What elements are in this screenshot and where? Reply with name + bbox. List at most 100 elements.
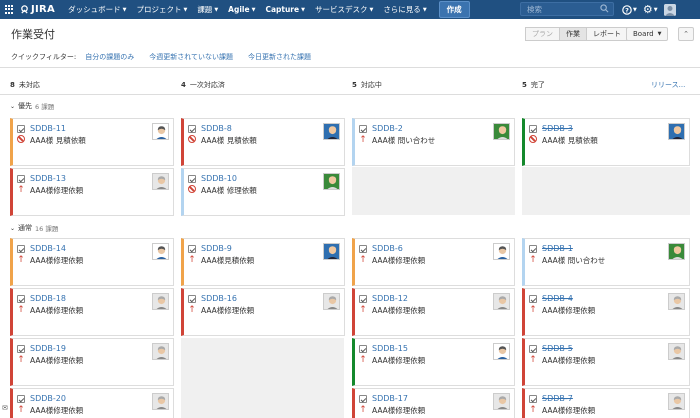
issue-key[interactable]: SDDB-5 [542,344,573,353]
issue-key[interactable]: SDDB-11 [30,124,66,133]
issue-card[interactable]: SDDB-17 ↑ AAA様修理依頼 [352,388,515,418]
menu-dashboard[interactable]: ダッシュボード ▼ [68,1,126,18]
create-button[interactable]: 作成 [438,1,470,18]
issue-key[interactable]: SDDB-8 [201,124,232,133]
issue-key[interactable]: SDDB-9 [201,244,232,253]
gear-icon[interactable]: ⚙ ▼ [643,3,658,16]
quick-filter-updated-today[interactable]: 今日更新された課題 [248,52,311,62]
help-icon[interactable]: ? ▼ [622,4,637,15]
task-type-icon [529,125,537,133]
issue-card[interactable]: SDDB-10 AAA様 修理依頼 [181,168,345,216]
view-work-button[interactable]: 作業 [560,27,587,41]
menu-agile[interactable]: Agile ▼ [228,1,255,18]
issue-card[interactable]: SDDB-4 ↑ AAA様修理依頼 [522,288,690,336]
issue-summary: AAA様修理依頼 [30,356,84,365]
issue-key[interactable]: SDDB-15 [372,344,408,353]
menu-label: Agile [228,5,250,14]
menu-capture[interactable]: Capture ▼ [265,1,305,18]
assignee-avatar[interactable] [493,293,510,310]
issue-key[interactable]: SDDB-19 [30,344,66,353]
swimlane-header-priority[interactable]: ⌄ 優先 6 課題 [10,101,54,111]
task-type-icon [359,295,367,303]
assignee-avatar[interactable] [152,123,169,140]
issue-card[interactable]: SDDB-19 ↑ AAA様修理依頼 [10,338,174,386]
issue-card[interactable]: SDDB-16 ↑ AAA様修理依頼 [181,288,345,336]
user-avatar[interactable] [663,3,676,16]
assignee-avatar[interactable] [493,243,510,260]
issue-card[interactable]: SDDB-13 ↑ AAA様修理依頼 [10,168,174,216]
issue-key[interactable]: SDDB-17 [372,394,408,403]
issue-key[interactable]: SDDB-12 [372,294,408,303]
chevron-down-icon: ▼ [369,6,374,13]
assignee-avatar[interactable] [152,293,169,310]
release-link[interactable]: リリース... [651,80,685,90]
issue-card[interactable]: SDDB-5 ↑ AAA様修理依頼 [522,338,690,386]
avatar-icon [669,124,684,139]
assignee-avatar[interactable] [493,343,510,360]
issue-card[interactable]: SDDB-20 ↑ AAA様修理依頼 [10,388,174,418]
issue-key[interactable]: SDDB-20 [30,394,66,403]
swimlane-name: 優先 [18,102,33,110]
issue-key[interactable]: SDDB-10 [201,174,237,183]
blocked-icon [188,135,196,143]
board-menu-button[interactable]: Board ▼ [626,27,669,41]
assignee-avatar[interactable] [323,123,340,140]
assignee-avatar[interactable] [323,293,340,310]
issue-card[interactable]: SDDB-7 ↑ AAA様修理依頼 [522,388,690,418]
issue-card[interactable]: SDDB-18 ↑ AAA様修理依頼 [10,288,174,336]
assignee-avatar[interactable] [668,123,685,140]
issue-card[interactable]: SDDB-15 ↑ AAA様修理依頼 [352,338,515,386]
quick-filter-not-updated-week[interactable]: 今週更新されていない課題 [149,52,233,62]
menu-service-desk[interactable]: サービスデスク ▼ [315,1,373,18]
chevron-down-icon: ▼ [653,6,658,13]
assignee-avatar[interactable] [323,173,340,190]
issue-key[interactable]: SDDB-6 [372,244,403,253]
assignee-avatar[interactable] [152,393,169,410]
assignee-avatar[interactable] [493,393,510,410]
view-report-button[interactable]: レポート [587,27,628,41]
issue-key[interactable]: SDDB-1 [542,244,573,253]
issue-card[interactable]: SDDB-12 ↑ AAA様修理依頼 [352,288,515,336]
collapse-button[interactable]: ⌃ [678,27,694,41]
issue-card[interactable]: SDDB-9 ↑ AAA様見積依頼 [181,238,345,286]
issue-key[interactable]: SDDB-14 [30,244,66,253]
issue-key[interactable]: SDDB-2 [372,124,403,133]
issue-key[interactable]: SDDB-13 [30,174,66,183]
issue-card[interactable]: SDDB-2 ↑ AAA様 問い合わせ [352,118,515,166]
issue-card[interactable]: SDDB-1 ↑ AAA様 問い合わせ [522,238,690,286]
collapse-icon: ⌃ [683,30,689,38]
quick-filter-mine[interactable]: 自分の課題のみ [85,52,134,62]
assignee-avatar[interactable] [323,243,340,260]
assignee-avatar[interactable] [152,343,169,360]
arrow-up-icon: ↑ [17,405,25,415]
menu-more[interactable]: さらに見る ▼ [383,1,426,18]
mail-icon[interactable]: ✉ [2,404,8,412]
issue-key[interactable]: SDDB-7 [542,394,573,403]
menu-projects[interactable]: プロジェクト ▼ [136,1,187,18]
menu-issues[interactable]: 課題 ▼ [197,1,218,18]
issue-card[interactable]: SDDB-8 AAA様 見積依頼 [181,118,345,166]
task-type-icon [17,175,25,183]
assignee-avatar[interactable] [493,123,510,140]
menu-label: ダッシュボード [68,5,121,14]
view-plan-button[interactable]: プラン [525,27,560,41]
issue-card[interactable]: SDDB-14 ↑ AAA様修理依頼 [10,238,174,286]
assignee-avatar[interactable] [152,243,169,260]
swimlane-header-normal[interactable]: ⌄ 通常 16 課題 [10,223,58,233]
search-input[interactable]: 検索 [520,2,614,16]
assignee-avatar[interactable] [668,243,685,260]
assignee-avatar[interactable] [668,293,685,310]
issue-key[interactable]: SDDB-18 [30,294,66,303]
app-switcher-icon[interactable] [5,4,15,15]
issue-key[interactable]: SDDB-3 [542,124,573,133]
search-placeholder: 検索 [527,4,542,14]
jira-logo[interactable]: JIRA [20,4,55,15]
assignee-avatar[interactable] [152,173,169,190]
issue-card[interactable]: SDDB-11 AAA様 見積依頼 [10,118,174,166]
issue-card[interactable]: SDDB-6 ↑ AAA様修理依頼 [352,238,515,286]
issue-key[interactable]: SDDB-16 [201,294,237,303]
issue-card[interactable]: SDDB-3 AAA様 見積依頼 [522,118,690,166]
assignee-avatar[interactable] [668,343,685,360]
issue-key[interactable]: SDDB-4 [542,294,573,303]
assignee-avatar[interactable] [668,393,685,410]
